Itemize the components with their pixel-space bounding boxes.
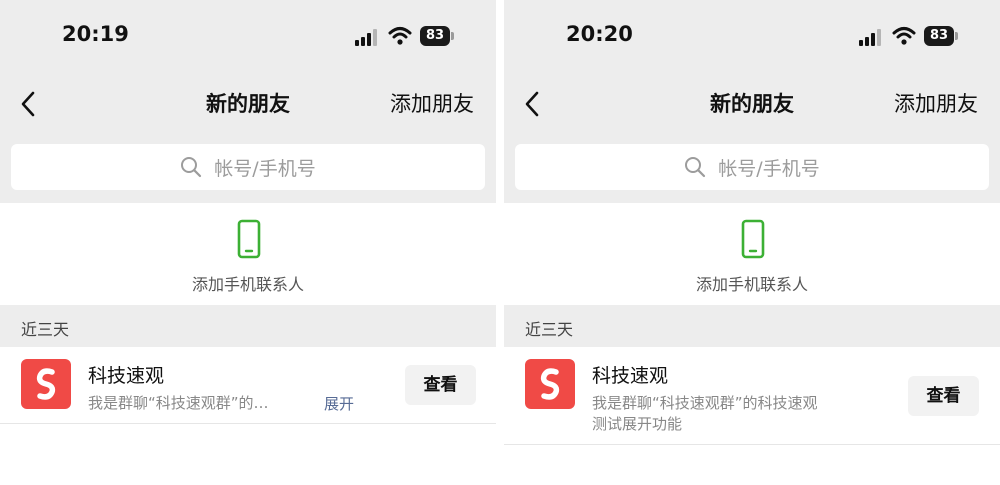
signal-icon bbox=[859, 29, 881, 46]
app-logo-icon bbox=[540, 368, 560, 400]
app-logo-icon bbox=[36, 368, 56, 400]
add-friend-button[interactable]: 添加朋友 bbox=[894, 88, 978, 118]
item-name: 科技速观 bbox=[592, 365, 669, 387]
friend-request-item[interactable]: 科技速观 我是群聊“科技速观群”的科技速观 测试展开功能 查看 bbox=[504, 347, 1000, 444]
battery-icon: 83 bbox=[420, 26, 456, 46]
divider bbox=[0, 423, 496, 424]
section-title: 近三天 bbox=[525, 320, 574, 339]
phone-icon bbox=[237, 219, 261, 259]
section-header: 近三天 bbox=[504, 305, 1000, 347]
expand-link[interactable]: 展开 bbox=[324, 393, 354, 414]
screen-before-expand: 20:19 83 新的朋友 添加朋友 帐号/手机号 添加手机联系人 近三天 科技… bbox=[0, 0, 496, 485]
friend-request-item[interactable]: 科技速观 我是群聊“科技速观群”的… 展开 查看 bbox=[0, 347, 496, 423]
section-header: 近三天 bbox=[0, 305, 496, 347]
avatar bbox=[525, 359, 575, 409]
divider bbox=[504, 444, 1000, 445]
search-icon bbox=[685, 157, 706, 178]
add-phone-contacts[interactable]: 添加手机联系人 bbox=[504, 203, 1000, 305]
signal-icon bbox=[355, 29, 377, 46]
add-friend-button[interactable]: 添加朋友 bbox=[390, 88, 474, 118]
item-message: 我是群聊“科技速观群”的… bbox=[88, 394, 269, 412]
screen-after-expand: 20:20 83 新的朋友 添加朋友 帐号/手机号 添加手机联系人 近三天 科技… bbox=[504, 0, 1000, 485]
add-phone-contacts-label: 添加手机联系人 bbox=[191, 275, 304, 294]
search-placeholder: 帐号/手机号 bbox=[718, 157, 820, 180]
search-placeholder: 帐号/手机号 bbox=[214, 157, 316, 180]
item-message-line-2: 测试展开功能 bbox=[592, 415, 683, 433]
search-input[interactable]: 帐号/手机号 bbox=[515, 144, 989, 190]
view-button[interactable]: 查看 bbox=[908, 376, 979, 416]
battery-icon: 83 bbox=[924, 26, 960, 46]
section-title: 近三天 bbox=[21, 320, 70, 339]
view-button[interactable]: 查看 bbox=[405, 365, 476, 405]
status-time: 20:20 bbox=[566, 22, 633, 46]
item-name: 科技速观 bbox=[88, 365, 165, 387]
avatar bbox=[21, 359, 71, 409]
item-message: 我是群聊“科技速观群”的科技速观 测试展开功能 bbox=[592, 393, 818, 435]
battery-level: 83 bbox=[924, 26, 954, 46]
panel-divider bbox=[496, 0, 504, 485]
search-icon bbox=[181, 157, 202, 178]
item-message-line-1: 我是群聊“科技速观群”的科技速观 bbox=[592, 394, 818, 412]
battery-level: 83 bbox=[420, 26, 450, 46]
status-time: 20:19 bbox=[62, 22, 129, 46]
wifi-icon bbox=[892, 27, 916, 45]
wifi-icon bbox=[388, 27, 412, 45]
add-phone-contacts[interactable]: 添加手机联系人 bbox=[0, 203, 496, 305]
search-input[interactable]: 帐号/手机号 bbox=[11, 144, 485, 190]
add-phone-contacts-label: 添加手机联系人 bbox=[695, 275, 808, 294]
phone-icon bbox=[741, 219, 765, 259]
